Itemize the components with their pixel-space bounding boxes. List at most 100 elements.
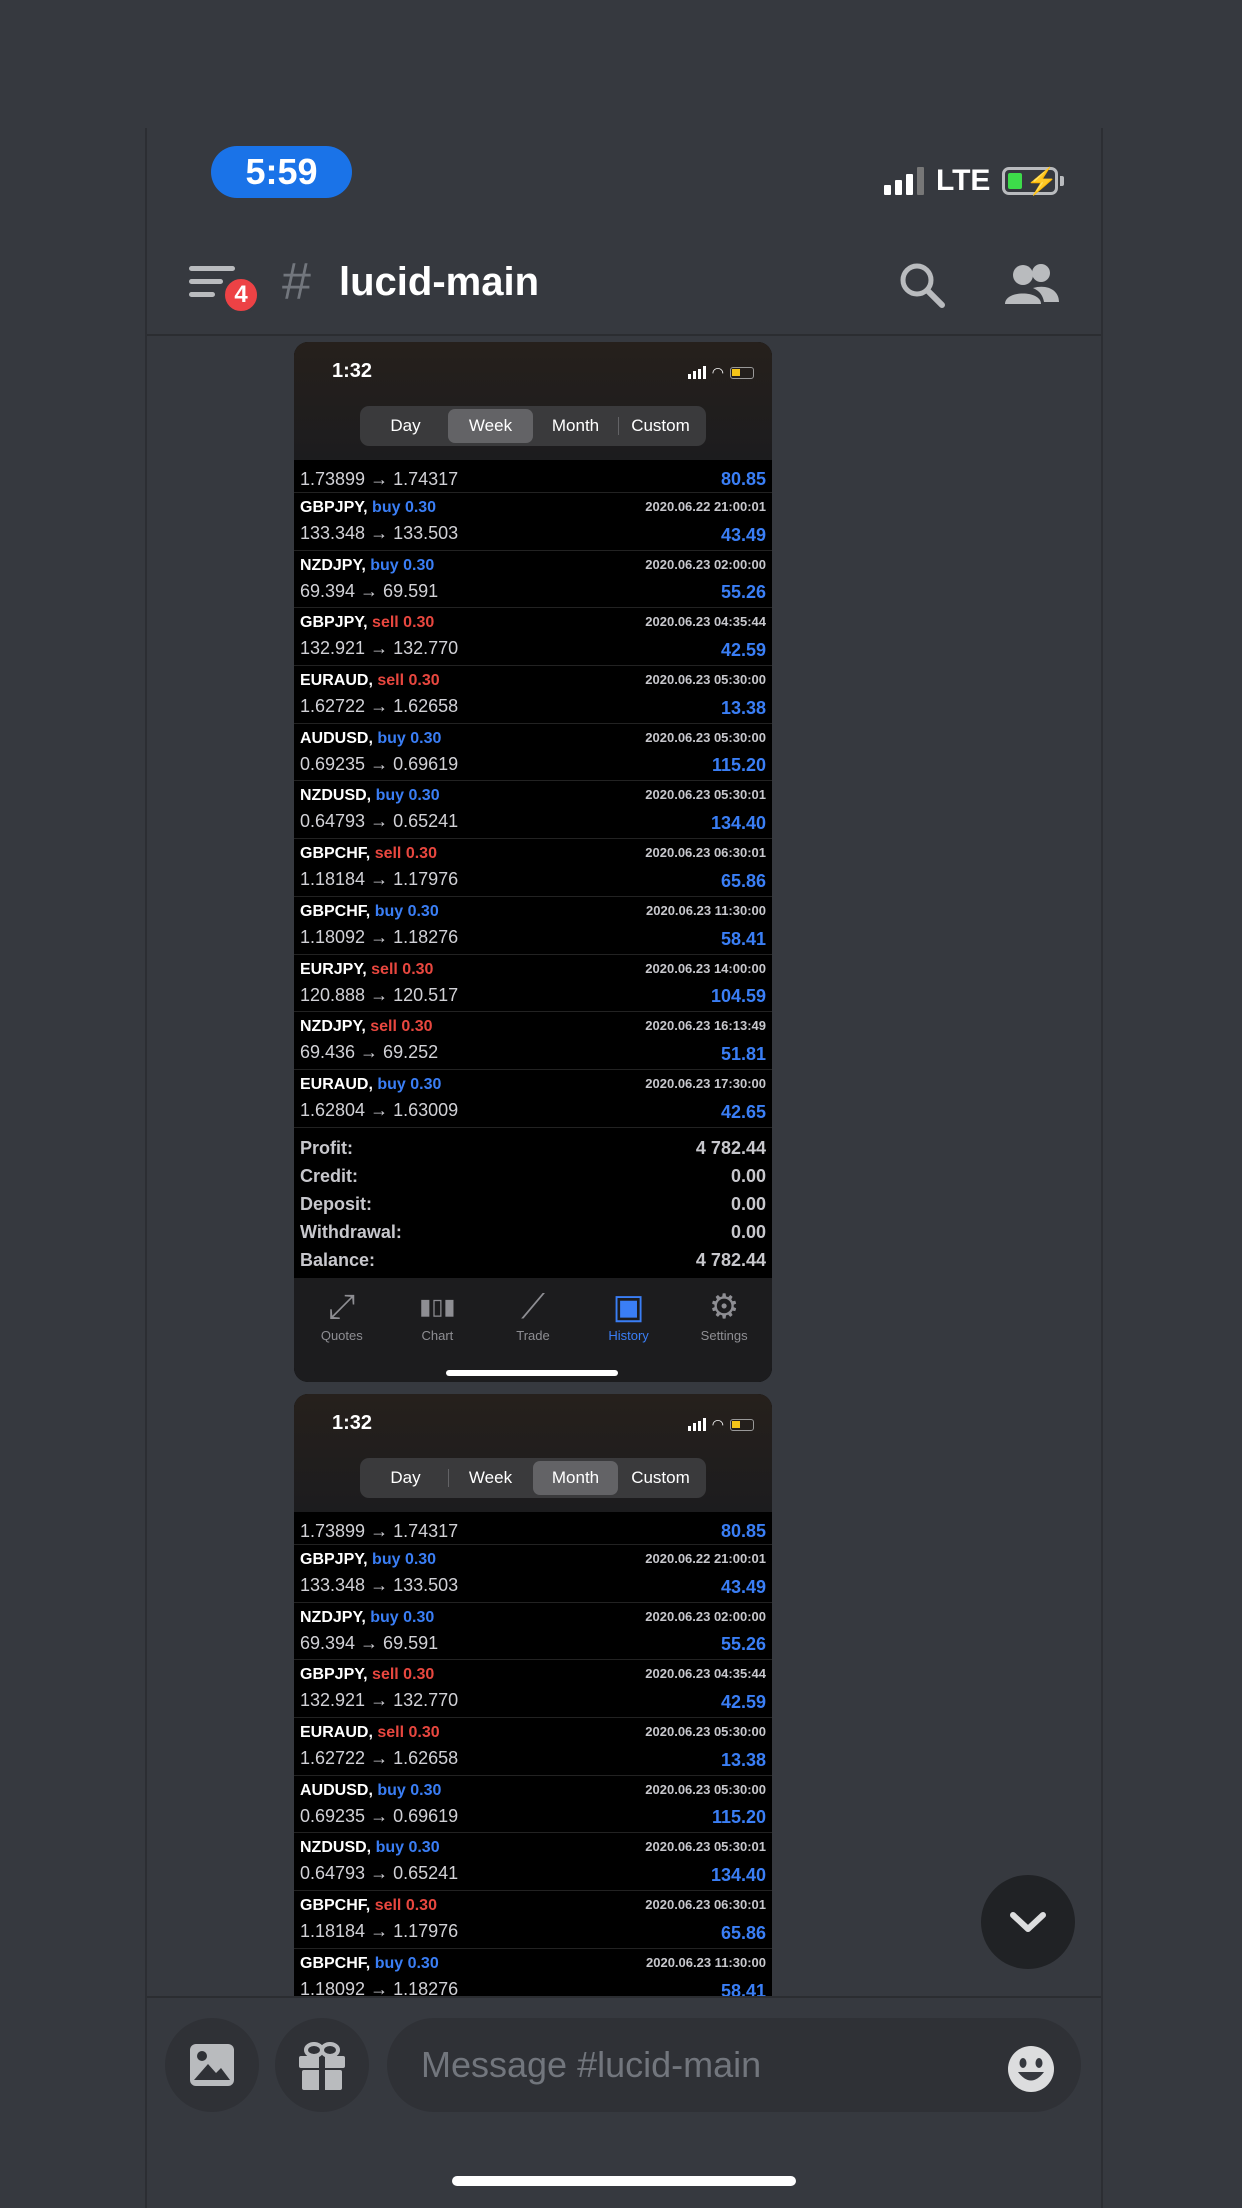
trade-symbol: GBPJPY,: [300, 1666, 368, 1684]
summary-label: Withdrawal:: [300, 1221, 402, 1242]
trade-row[interactable]: NZDUSD, buy 0.30 2020.06.23 05:30:01 0.647…: [294, 1833, 772, 1892]
trade-side: sell 0.30: [372, 614, 435, 632]
trade-row[interactable]: 1.73899 → 1.74317 80.85: [294, 1512, 772, 1545]
trade-date: 2020.06.23 11:30:00: [646, 1954, 766, 1970]
summary-value: 0.00: [730, 1165, 766, 1186]
tab-quotes[interactable]: ⤢ Quotes: [294, 1286, 390, 1382]
trade-date: 2020.06.23 14:00:00: [645, 960, 766, 976]
trade-date: 2020.06.22 21:00:01: [645, 499, 766, 514]
trade-prices: 69.394 → 69.591: [300, 1632, 439, 1653]
trade-history-list: 1.73899 → 1.74317 80.85 GBPJPY, buy 0.30 20…: [294, 460, 772, 1128]
segment-month[interactable]: Month: [533, 1461, 618, 1495]
gift-button[interactable]: [275, 2018, 369, 2112]
trade-row[interactable]: GBPJPY, buy 0.30 2020.06.22 21:00:01 133.3…: [294, 493, 772, 551]
trade-row[interactable]: GBPJPY, sell 0.30 2020.06.23 04:35:44 132.…: [294, 1660, 772, 1719]
trade-profit: 42.59: [720, 640, 766, 661]
trade-date: 2020.06.23 05:30:00: [645, 1724, 766, 1740]
attachment-image-2[interactable]: 1:32 ◠ Day Week Month Custom 1.73899 → 1.74317…: [294, 1394, 772, 1996]
trade-row[interactable]: GBPCHF, buy 0.30 2020.06.23 11:30:00 1.180…: [294, 897, 772, 955]
trade-date: 2020.06.23 06:30:01: [645, 845, 766, 861]
trade-symbol: EURJPY,: [300, 960, 367, 978]
channel-header: 4 # lucid-main: [147, 238, 1101, 334]
attachment-image-1[interactable]: 1:32 ◠ Day Week Month Custom 1.73899 → 1.74317…: [294, 342, 772, 1382]
members-icon[interactable]: [1003, 260, 1059, 310]
segment-custom[interactable]: Custom: [618, 1461, 703, 1495]
mini-signal-icon: [687, 366, 706, 379]
trade-profit: 115.20: [711, 1807, 766, 1828]
search-icon[interactable]: [897, 260, 947, 310]
summary-row: Profit: 4 782.44: [300, 1134, 766, 1162]
trade-row[interactable]: GBPJPY, sell 0.30 2020.06.23 04:35:44 132.…: [294, 608, 772, 667]
tab-label: Trade: [516, 1327, 550, 1343]
trade-row[interactable]: AUDUSD, buy 0.30 2020.06.23 05:30:00 0.692…: [294, 724, 772, 782]
header-divider: [147, 334, 1101, 336]
segment-day[interactable]: Day: [363, 409, 448, 443]
trade-row[interactable]: GBPJPY, buy 0.30 2020.06.22 21:00:01 133.3…: [294, 1545, 772, 1603]
trade-symbol: GBPJPY,: [300, 499, 368, 516]
trade-row[interactable]: NZDUSD, buy 0.30 2020.06.23 05:30:01 0.647…: [294, 781, 772, 840]
trade-date: 2020.06.23 11:30:00: [646, 902, 766, 918]
trade-side: buy 0.30: [374, 902, 439, 920]
trade-row[interactable]: NZDJPY, buy 0.30 2020.06.23 02:00:00 69.39…: [294, 1603, 772, 1661]
account-summary: Profit: 4 782.44 Credit: 0.00 Deposit: 0.00 Wi…: [294, 1128, 772, 1278]
signal-icon: [884, 167, 924, 195]
status-time[interactable]: 5:59: [211, 146, 352, 198]
trade-symbol: GBPCHF,: [300, 1897, 371, 1915]
shot-time: 1:32: [332, 360, 373, 382]
trade-symbol: GBPCHF,: [300, 1954, 371, 1972]
trade-row[interactable]: GBPCHF, sell 0.30 2020.06.23 06:30:01 1.18…: [294, 839, 772, 897]
history-icon: ▣: [612, 1287, 645, 1326]
tab-label: Quotes: [320, 1327, 363, 1343]
segment-week[interactable]: Week: [448, 1461, 533, 1495]
segment-month[interactable]: Month: [533, 409, 618, 443]
trade-date: 2020.06.23 04:35:44: [645, 1666, 766, 1682]
trade-prices: 0.64793 → 0.65241: [300, 1863, 459, 1884]
segment-day[interactable]: Day: [363, 1461, 448, 1495]
emoji-icon[interactable]: [1007, 2045, 1055, 2093]
trade-row[interactable]: 1.73899 → 1.74317 80.85: [294, 460, 772, 493]
trade-prices: 0.69235 → 0.69619: [300, 1805, 459, 1826]
trade-symbol: NZDUSD,: [300, 787, 372, 805]
trade-row[interactable]: GBPCHF, sell 0.30 2020.06.23 06:30:01 1.18…: [294, 1891, 772, 1949]
trade-row[interactable]: EURAUD, buy 0.30 2020.06.23 17:30:00 1.628…: [294, 1070, 772, 1128]
segment-week[interactable]: Week: [448, 409, 533, 443]
trade-profit: 134.40: [710, 1865, 766, 1886]
jump-to-bottom-button[interactable]: [981, 1875, 1075, 1969]
summary-label: Balance:: [300, 1249, 376, 1270]
trade-prices: 120.888 → 120.517: [300, 984, 459, 1005]
trade-symbol: GBPCHF,: [300, 902, 371, 920]
trade-row[interactable]: EURJPY, sell 0.30 2020.06.23 14:00:00 120.…: [294, 955, 772, 1013]
tab-trade[interactable]: ⟋ Trade: [485, 1286, 581, 1382]
trade-row[interactable]: NZDJPY, buy 0.30 2020.06.23 02:00:00 69.39…: [294, 551, 772, 609]
trade-row[interactable]: EURAUD, sell 0.30 2020.06.23 05:30:00 1.62…: [294, 1718, 772, 1776]
network-label: LTE: [936, 164, 991, 197]
chart-icon: ▮▯▮: [419, 1293, 456, 1319]
trade-side: buy 0.30: [372, 1551, 437, 1568]
trade-symbol: NZDUSD,: [300, 1839, 372, 1857]
summary-row: Withdrawal: 0.00: [300, 1218, 766, 1246]
trade-side: buy 0.30: [370, 1608, 435, 1626]
trade-row[interactable]: EURAUD, sell 0.30 2020.06.23 05:30:00 1.62…: [294, 666, 772, 724]
tab-history[interactable]: ▣ History: [581, 1286, 677, 1382]
channel-hash-icon: #: [282, 253, 311, 311]
message-input[interactable]: Message #lucid-main: [387, 2018, 1081, 2112]
tab-settings[interactable]: ⚙ Settings: [676, 1286, 772, 1382]
summary-value: 0.00: [730, 1193, 766, 1214]
trade-row[interactable]: AUDUSD, buy 0.30 2020.06.23 05:30:00 0.692…: [294, 1776, 772, 1834]
trade-profit: 58.41: [720, 1980, 766, 1997]
trade-side: sell 0.30: [377, 672, 440, 690]
trade-date: 2020.06.23 05:30:01: [645, 1839, 766, 1855]
summary-value: 4 782.44: [695, 1137, 766, 1158]
trade-profit: 43.49: [720, 524, 766, 545]
trade-profit: 55.26: [720, 582, 766, 603]
segment-custom[interactable]: Custom: [618, 409, 703, 443]
quotes-icon: ⤢: [328, 1287, 356, 1326]
trade-row[interactable]: GBPCHF, buy 0.30 2020.06.23 11:30:00 1.180…: [294, 1949, 772, 1996]
trade-row[interactable]: NZDJPY, sell 0.30 2020.06.23 16:13:49 69.4…: [294, 1012, 772, 1070]
trade-profit: 65.86: [720, 870, 766, 891]
trade-side: buy 0.30: [372, 499, 437, 516]
attach-image-button[interactable]: [165, 2018, 259, 2112]
trade-symbol: EURAUD,: [300, 1075, 373, 1093]
shot-home-indicator: [446, 1369, 618, 1376]
tab-chart[interactable]: ▮▯▮ Chart: [390, 1286, 486, 1382]
